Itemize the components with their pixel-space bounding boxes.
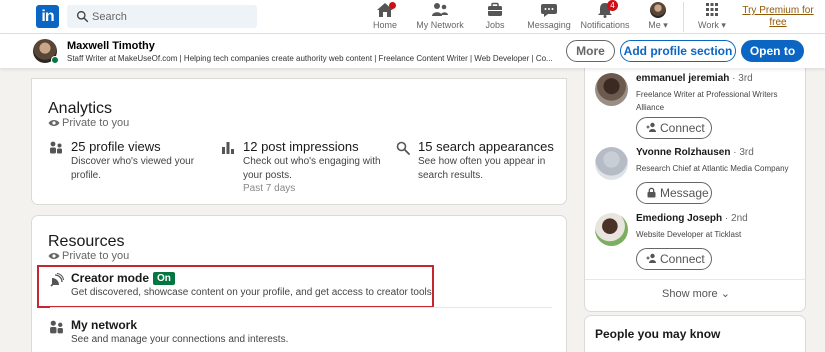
analytics-title: Analytics bbox=[48, 100, 113, 117]
person-title: Website Developer at Ticklast bbox=[636, 230, 742, 239]
messaging-icon bbox=[541, 4, 557, 17]
profile-name: Maxwell Timothy bbox=[67, 40, 155, 52]
nav-work-label: Work ▾ bbox=[698, 20, 726, 30]
analytics-card: Analytics Private to you 25 profile view… bbox=[31, 78, 567, 205]
my-network-item[interactable]: My network See and manage your connectio… bbox=[49, 318, 429, 350]
add-person-icon bbox=[646, 122, 656, 132]
analytics-visibility: Private to you bbox=[48, 117, 129, 129]
eye-icon bbox=[48, 253, 60, 259]
people-also-viewed-card: emmanuel jeremiah · 3rd Freelance Writer… bbox=[584, 60, 807, 312]
show-more-button[interactable]: Show more ⌄ bbox=[585, 287, 807, 300]
post-impressions-period: Past 7 days bbox=[243, 183, 296, 194]
nav-my-network[interactable]: My Network bbox=[412, 2, 468, 32]
person-avatar[interactable] bbox=[595, 213, 628, 246]
new-activity-dot bbox=[389, 2, 396, 9]
person-name[interactable]: Yvonne Rolzhausen · 3rd bbox=[636, 147, 754, 158]
grid-icon bbox=[706, 3, 718, 16]
nav-messaging-label: Messaging bbox=[527, 20, 571, 30]
profile-views-title: 25 profile views bbox=[71, 139, 161, 154]
search-appearances-stat[interactable]: 15 search appearances See how often you … bbox=[396, 139, 556, 189]
briefcase-icon bbox=[488, 2, 502, 16]
person-name[interactable]: Emediong Joseph · 2nd bbox=[636, 213, 748, 224]
nav-my-network-label: My Network bbox=[416, 20, 464, 30]
add-profile-section-button[interactable]: Add profile section bbox=[620, 40, 736, 62]
nav-home-label: Home bbox=[372, 20, 397, 30]
add-person-icon bbox=[646, 253, 656, 263]
profile-sticky-bar: Maxwell Timothy Staff Writer at MakeUseO… bbox=[0, 34, 825, 68]
resources-visibility: Private to you bbox=[48, 250, 129, 262]
search-icon bbox=[396, 141, 410, 155]
nav-messaging[interactable]: Messaging bbox=[526, 2, 572, 32]
chevron-down-icon: ▾ bbox=[663, 20, 668, 30]
people-divider bbox=[585, 279, 807, 280]
person-card: Yvonne Rolzhausen · 3rd Research Chief a… bbox=[595, 147, 805, 207]
connect-button[interactable]: Connect bbox=[636, 248, 712, 270]
linkedin-logo[interactable]: in bbox=[36, 5, 59, 28]
connection-degree: · 3rd bbox=[732, 73, 753, 84]
connection-degree: · 3rd bbox=[733, 147, 754, 158]
profile-views-desc: Discover who's viewed your profile. bbox=[71, 156, 195, 181]
creator-mode-status-badge: On bbox=[153, 272, 175, 285]
resources-title: Resources bbox=[48, 233, 125, 250]
my-network-desc: See and manage your connections and inte… bbox=[71, 334, 289, 345]
creator-mode-title: Creator mode On bbox=[71, 271, 175, 285]
person-title: Freelance Writer at Professional Writers… bbox=[636, 90, 778, 112]
people-you-may-know-card: People you may know bbox=[584, 315, 806, 352]
resources-card: Resources Private to you Creator mode On … bbox=[31, 215, 567, 352]
lock-icon bbox=[647, 187, 656, 198]
connection-degree: · 2nd bbox=[724, 213, 748, 224]
chevron-down-icon: ⌄ bbox=[720, 288, 730, 300]
creator-mode-item[interactable]: Creator mode On Get discovered, showcase … bbox=[49, 271, 432, 303]
nav-home[interactable]: Home bbox=[364, 2, 406, 32]
my-network-title: My network bbox=[71, 318, 138, 332]
person-avatar[interactable] bbox=[595, 73, 628, 106]
network-icon bbox=[432, 3, 448, 16]
nav-me-label: Me ▾ bbox=[648, 20, 668, 30]
connect-button[interactable]: Connect bbox=[636, 117, 712, 139]
person-card: Emediong Joseph · 2nd Website Developer … bbox=[595, 213, 805, 273]
person-name[interactable]: emmanuel jeremiah · 3rd bbox=[636, 73, 753, 84]
people-icon bbox=[50, 320, 63, 334]
nav-work[interactable]: Work ▾ bbox=[694, 2, 730, 32]
profile-headline: Staff Writer at MakeUseOf.com | Helping … bbox=[67, 54, 553, 63]
resources-divider bbox=[50, 307, 552, 308]
nav-jobs[interactable]: Jobs bbox=[477, 2, 513, 32]
search-box[interactable] bbox=[67, 5, 257, 28]
person-card: emmanuel jeremiah · 3rd Freelance Writer… bbox=[595, 73, 805, 139]
profile-views-stat[interactable]: 25 profile views Discover who's viewed y… bbox=[49, 139, 209, 189]
post-impressions-stat[interactable]: 12 post impressions Check out who's enga… bbox=[221, 139, 391, 199]
people-you-may-know-title: People you may know bbox=[595, 327, 721, 341]
open-to-button[interactable]: Open to bbox=[741, 40, 804, 62]
search-icon bbox=[76, 10, 89, 23]
more-button[interactable]: More bbox=[566, 40, 615, 62]
person-avatar[interactable] bbox=[595, 147, 628, 180]
nav-jobs-label: Jobs bbox=[485, 20, 505, 30]
global-nav: in Home My Network Jobs Messaging 4 Noti… bbox=[0, 0, 825, 34]
try-premium-link[interactable]: Try Premium for free bbox=[738, 5, 818, 29]
post-impressions-title: 12 post impressions bbox=[243, 139, 359, 154]
nav-notifications-label: Notifications bbox=[580, 20, 630, 30]
nav-me[interactable]: Me ▾ bbox=[643, 2, 673, 32]
eye-icon bbox=[48, 120, 60, 126]
chevron-down-icon: ▾ bbox=[721, 20, 726, 30]
people-icon bbox=[50, 141, 62, 154]
person-title: Research Chief at Atlantic Media Company bbox=[636, 164, 789, 173]
creator-mode-desc: Get discovered, showcase content on your… bbox=[71, 287, 432, 298]
satellite-icon bbox=[50, 273, 64, 287]
nav-notifications[interactable]: 4 Notifications bbox=[580, 0, 630, 32]
online-status-dot bbox=[51, 56, 59, 64]
search-appearances-title: 15 search appearances bbox=[418, 139, 554, 154]
me-avatar bbox=[650, 2, 666, 18]
search-input[interactable] bbox=[91, 5, 251, 28]
bar-chart-icon bbox=[222, 142, 234, 154]
notification-count-badge: 4 bbox=[607, 0, 618, 11]
search-appearances-desc: See how often you appear in search resul… bbox=[418, 156, 546, 181]
message-button[interactable]: Message bbox=[636, 182, 712, 204]
nav-divider bbox=[683, 2, 684, 32]
post-impressions-desc: Check out who's engaging with your posts… bbox=[243, 156, 381, 194]
